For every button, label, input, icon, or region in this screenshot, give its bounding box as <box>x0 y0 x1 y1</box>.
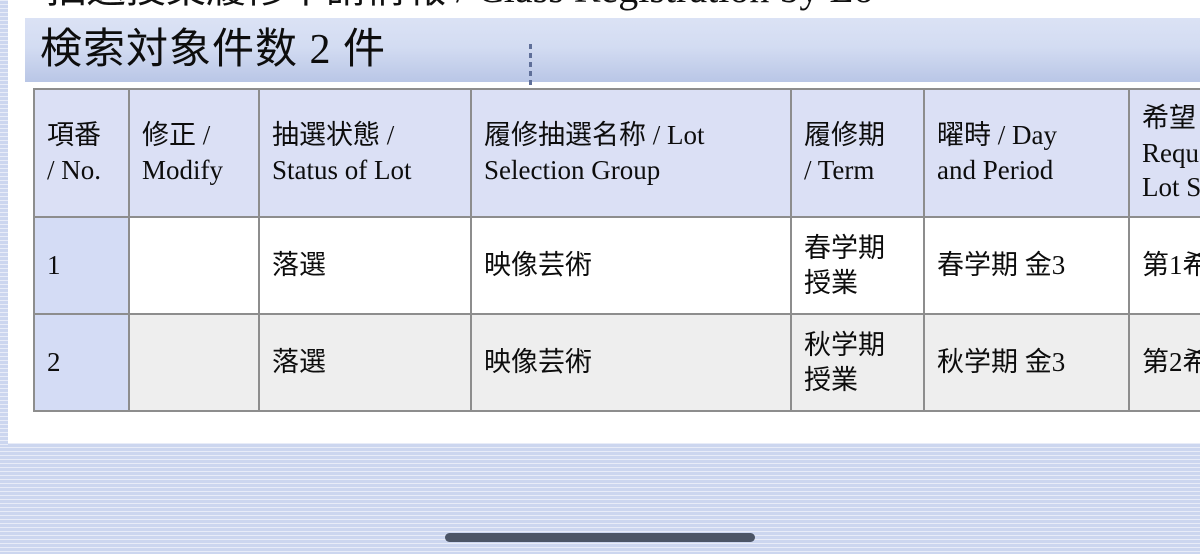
column-header-group-ja: 履修抽選名称 / Lot <box>484 120 705 151</box>
column-header-group: 履修抽選名称 / Lot Selection Group <box>470 88 792 218</box>
column-header-no-en: / No. <box>47 155 101 185</box>
column-header-requested-lot-ja: 希望 <box>1142 103 1196 134</box>
cell-no: 2 <box>33 313 130 412</box>
table-row: 1 落選 映像芸術 春学期 授業 春学期 金3 第1希 <box>33 216 1200 315</box>
class-registration-table: 項番 / No. 修正 / Modify 抽選状態 / Status of Lo… <box>33 88 1200 412</box>
column-header-status-en: Status of Lot <box>272 155 412 185</box>
cell-requested-lot: 第2希 <box>1128 313 1200 412</box>
column-header-term-en: / Term <box>804 155 875 185</box>
table-header-row: 項番 / No. 修正 / Modify 抽選状態 / Status of Lo… <box>33 88 1200 218</box>
cell-group: 映像芸術 <box>470 216 792 315</box>
column-header-status: 抽選状態 / Status of Lot <box>258 88 472 218</box>
cell-term-line2: 授業 <box>804 364 858 395</box>
cell-group: 映像芸術 <box>470 313 792 412</box>
column-header-requested-lot-en2: Lot S <box>1142 172 1200 203</box>
slide-footer-bar <box>445 533 755 542</box>
column-header-requested-lot-en: Requ <box>1142 137 1199 168</box>
column-header-group-en: Selection Group <box>484 155 661 185</box>
table-row: 2 落選 映像芸術 秋学期 授業 秋学期 金3 第2希 <box>33 313 1200 412</box>
column-header-term-ja: 履修期 <box>804 120 885 151</box>
cell-term-line1: 秋学期 <box>804 329 885 360</box>
column-header-requested-lot: 希望 Requ Lot S <box>1128 88 1200 218</box>
column-header-day-en: and Period <box>937 155 1054 185</box>
cell-no: 1 <box>33 216 130 315</box>
cell-modify[interactable] <box>128 216 260 315</box>
column-header-no-ja: 項番 <box>47 120 101 151</box>
column-header-modify: 修正 / Modify <box>128 88 260 218</box>
result-count-bar: 検索対象件数 2 件 <box>25 18 1200 96</box>
column-header-day: 曜時 / Day and Period <box>923 88 1130 218</box>
cell-term-line2: 授業 <box>804 267 858 298</box>
cell-requested-lot: 第1希 <box>1128 216 1200 315</box>
page-title: 抽選授業履修申請情報 / Class Registration by Lo <box>46 0 1200 12</box>
column-header-day-ja: 曜時 / Day <box>937 120 1057 151</box>
column-header-no: 項番 / No. <box>33 88 130 218</box>
cell-day-period: 秋学期 金3 <box>923 313 1130 412</box>
cell-term: 春学期 授業 <box>790 216 925 315</box>
cell-status: 落選 <box>258 216 472 315</box>
result-count-label: 検索対象件数 2 件 <box>40 27 387 73</box>
cell-day-period: 春学期 金3 <box>923 216 1130 315</box>
column-header-term: 履修期 / Term <box>790 88 925 218</box>
cell-status: 落選 <box>258 313 472 412</box>
slide-background-stripes-left <box>0 0 8 445</box>
cell-term-line1: 春学期 <box>804 232 885 263</box>
cell-term: 秋学期 授業 <box>790 313 925 412</box>
presentation-slide: 抽選授業履修申請情報 / Class Registration by Lo 検索… <box>0 0 1200 554</box>
column-header-modify-ja: 修正 / <box>142 120 211 151</box>
column-header-status-ja: 抽選状態 / <box>272 120 395 151</box>
cell-modify[interactable] <box>128 313 260 412</box>
column-header-modify-en: Modify <box>142 155 223 185</box>
